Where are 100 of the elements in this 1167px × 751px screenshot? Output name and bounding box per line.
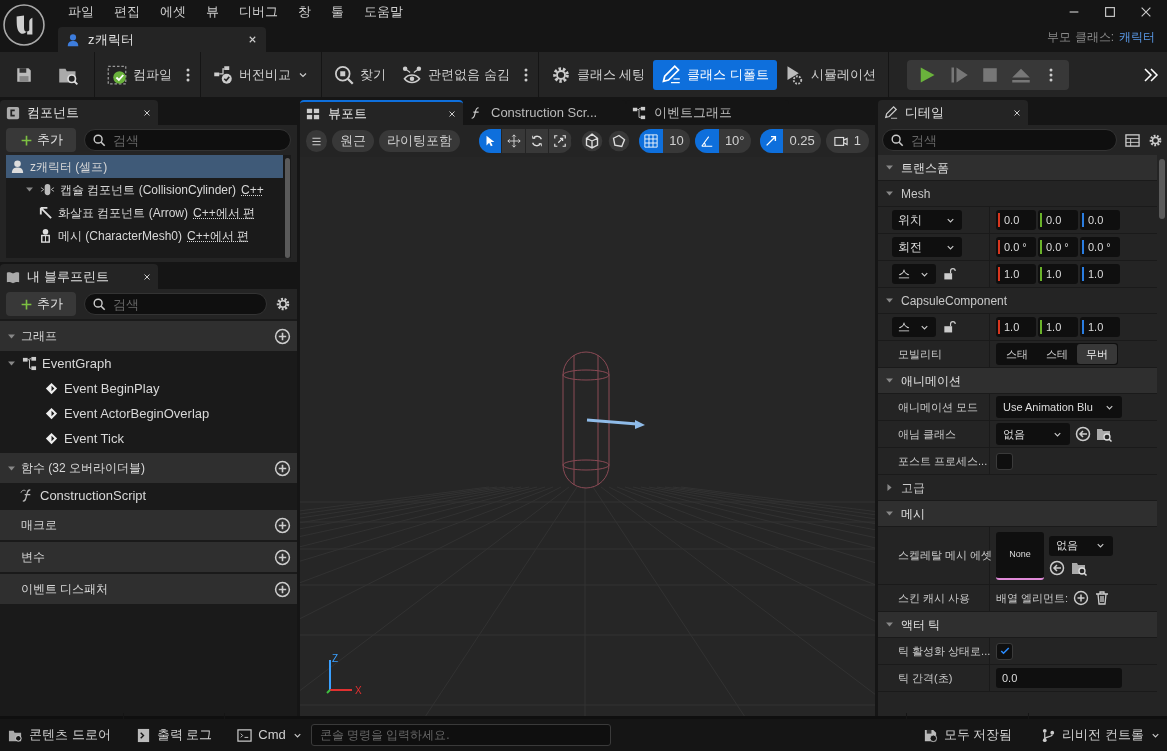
transform-tool-button[interactable] xyxy=(479,129,503,153)
blueprint-item[interactable]: Event BeginPlay xyxy=(0,376,297,401)
save-icon[interactable] xyxy=(15,65,33,84)
number-field[interactable]: 1.0 xyxy=(1038,264,1078,284)
menu-item[interactable]: 에셋 xyxy=(150,2,196,22)
view-mode-button[interactable]: 원근 xyxy=(332,130,375,152)
cube-icon[interactable] xyxy=(581,130,604,152)
search-field[interactable]: 검색 xyxy=(84,293,267,315)
panel-tab[interactable]: 내 블루프린트 xyxy=(0,264,158,289)
folder-search-icon[interactable] xyxy=(1096,426,1112,442)
blueprint-item[interactable]: ConstructionScript xyxy=(0,483,297,508)
close-icon[interactable] xyxy=(1012,107,1022,118)
section-header[interactable]: 그래프 xyxy=(0,321,297,351)
save-all-button[interactable]: 모두 저장됨 xyxy=(910,719,1025,751)
unlocked-lock-icon[interactable] xyxy=(942,267,956,281)
add-circle-icon[interactable] xyxy=(274,580,291,598)
section-header[interactable]: 변수 xyxy=(0,542,297,572)
tree-row[interactable]: 캡슐 컴포넌트 (CollisionCylinder) C++ xyxy=(6,178,283,201)
close-icon[interactable] xyxy=(142,107,152,118)
settings-icon[interactable] xyxy=(1148,132,1163,148)
toolbar-button[interactable]: 클래스 디폴트 xyxy=(653,59,777,90)
combo-box[interactable]: 없음 xyxy=(996,423,1070,445)
advanced-toggle[interactable]: 고급 xyxy=(884,478,925,497)
toolbar-button[interactable]: 찾기 xyxy=(326,59,394,90)
edit-in-cpp-link[interactable]: C++ xyxy=(241,180,264,199)
section-header[interactable]: 이벤트 디스패처 xyxy=(0,574,297,604)
edit-in-cpp-link[interactable]: C++에서 편 xyxy=(193,203,255,222)
toolbar-button[interactable]: 클래스 세팅 xyxy=(542,59,654,90)
number-field[interactable]: 0.0 ° xyxy=(1038,237,1078,257)
number-field[interactable]: 1.0 xyxy=(996,317,1036,337)
mobility-option[interactable]: 스태 xyxy=(997,344,1037,364)
left-arrow-circle-icon[interactable] xyxy=(1049,559,1065,576)
double-chevron-icon[interactable] xyxy=(1143,66,1159,83)
transform-mode-dropdown[interactable]: 위치 xyxy=(892,210,962,230)
stop-icon[interactable] xyxy=(980,65,999,84)
search-field[interactable]: 검색 xyxy=(84,129,291,151)
tree-row[interactable]: 메시 (CharacterMesh0) C++에서 편 xyxy=(6,224,283,247)
revision-control-button[interactable]: 리비전 컨트롤 xyxy=(1033,719,1167,751)
add-circle-icon[interactable] xyxy=(274,516,291,534)
content-drawer-button[interactable]: 콘텐츠 드로어 xyxy=(0,719,119,751)
checkbox[interactable] xyxy=(996,452,1013,470)
menu-item[interactable]: 디버그 xyxy=(229,2,288,22)
blueprint-item[interactable]: EventGraph xyxy=(0,351,297,376)
section-header[interactable]: 함수 (32 오버라이더블) xyxy=(0,453,297,483)
checkbox[interactable] xyxy=(996,642,1013,660)
document-tab[interactable]: z캐릭터 xyxy=(58,27,266,52)
number-field[interactable]: 1.0 xyxy=(1080,264,1120,284)
add-circle-icon[interactable] xyxy=(274,548,291,566)
panel-tab[interactable]: 디테일 xyxy=(878,100,1028,125)
snap-toggle[interactable] xyxy=(759,129,784,153)
add-circle-icon[interactable] xyxy=(1073,590,1090,606)
toolbar-button[interactable]: 시뮬레이션 xyxy=(776,59,884,90)
close-icon[interactable] xyxy=(247,34,258,45)
expand-arrow-icon[interactable] xyxy=(6,358,17,369)
add-button[interactable]: 추가 xyxy=(6,292,76,316)
mobility-option[interactable]: 스테 xyxy=(1037,344,1077,364)
blueprint-item[interactable]: Event ActorBeginOverlap xyxy=(0,401,297,426)
add-circle-icon[interactable] xyxy=(274,459,291,477)
menu-item[interactable]: 뷰 xyxy=(196,2,229,22)
expand-arrow-icon[interactable] xyxy=(24,184,35,195)
left-arrow-circle-icon[interactable] xyxy=(1075,426,1091,442)
category-header[interactable]: 애니메이션 xyxy=(878,368,1157,394)
number-field[interactable]: 0.0 ° xyxy=(1080,237,1120,257)
menu-button[interactable] xyxy=(306,130,328,152)
number-field[interactable]: 1.0 xyxy=(1080,317,1120,337)
combo-box[interactable]: 없음 xyxy=(1049,535,1113,556)
number-field[interactable]: 0.0 ° xyxy=(996,237,1036,257)
search-field[interactable]: 검색 xyxy=(882,129,1117,151)
add-button[interactable]: 추가 xyxy=(6,128,76,152)
number-field[interactable]: 0.0 xyxy=(996,668,1122,688)
panel-tab[interactable]: 컴포넌트 xyxy=(0,100,158,125)
menu-item[interactable]: 창 xyxy=(288,2,321,22)
number-field[interactable]: 0.0 xyxy=(1080,210,1120,230)
close-icon[interactable] xyxy=(447,108,457,119)
section-header[interactable]: 매크로 xyxy=(0,510,297,540)
transform-mode-dropdown[interactable]: 스 xyxy=(892,264,936,284)
viewport-tab[interactable]: 뷰포트 xyxy=(300,100,463,125)
menu-item[interactable]: 툴 xyxy=(321,2,354,22)
unlocked-lock-icon[interactable] xyxy=(942,320,956,334)
menu-item[interactable]: 편집 xyxy=(104,2,150,22)
lighting-mode-button[interactable]: 라이팅포함 xyxy=(379,130,461,152)
snap-toggle[interactable] xyxy=(694,129,719,153)
add-circle-icon[interactable] xyxy=(274,327,291,345)
parent-class-link[interactable]: 캐릭터 xyxy=(1119,28,1155,46)
tree-row[interactable]: z캐릭터 (셀프) xyxy=(6,155,283,178)
blueprint-item[interactable]: Event Tick xyxy=(0,426,297,451)
category-header[interactable]: 메시 xyxy=(878,501,1157,527)
transform-mode-dropdown[interactable]: 스 xyxy=(892,317,936,337)
close-icon[interactable] xyxy=(1139,5,1153,19)
menu-item[interactable]: 도움말 xyxy=(354,2,413,22)
trash-icon[interactable] xyxy=(1094,590,1111,606)
snap-toggle[interactable] xyxy=(639,129,664,153)
mobility-option[interactable]: 무버 xyxy=(1077,344,1117,364)
edit-in-cpp-link[interactable]: C++에서 편 xyxy=(187,226,250,245)
number-field[interactable]: 0.0 xyxy=(1038,210,1078,230)
number-field[interactable]: 0.0 xyxy=(996,210,1036,230)
category-header[interactable]: 액터 틱 xyxy=(878,612,1157,638)
number-field[interactable]: 1.0 xyxy=(996,264,1036,284)
scrollbar-thumb[interactable] xyxy=(1159,159,1165,219)
settings-icon[interactable] xyxy=(275,296,291,312)
